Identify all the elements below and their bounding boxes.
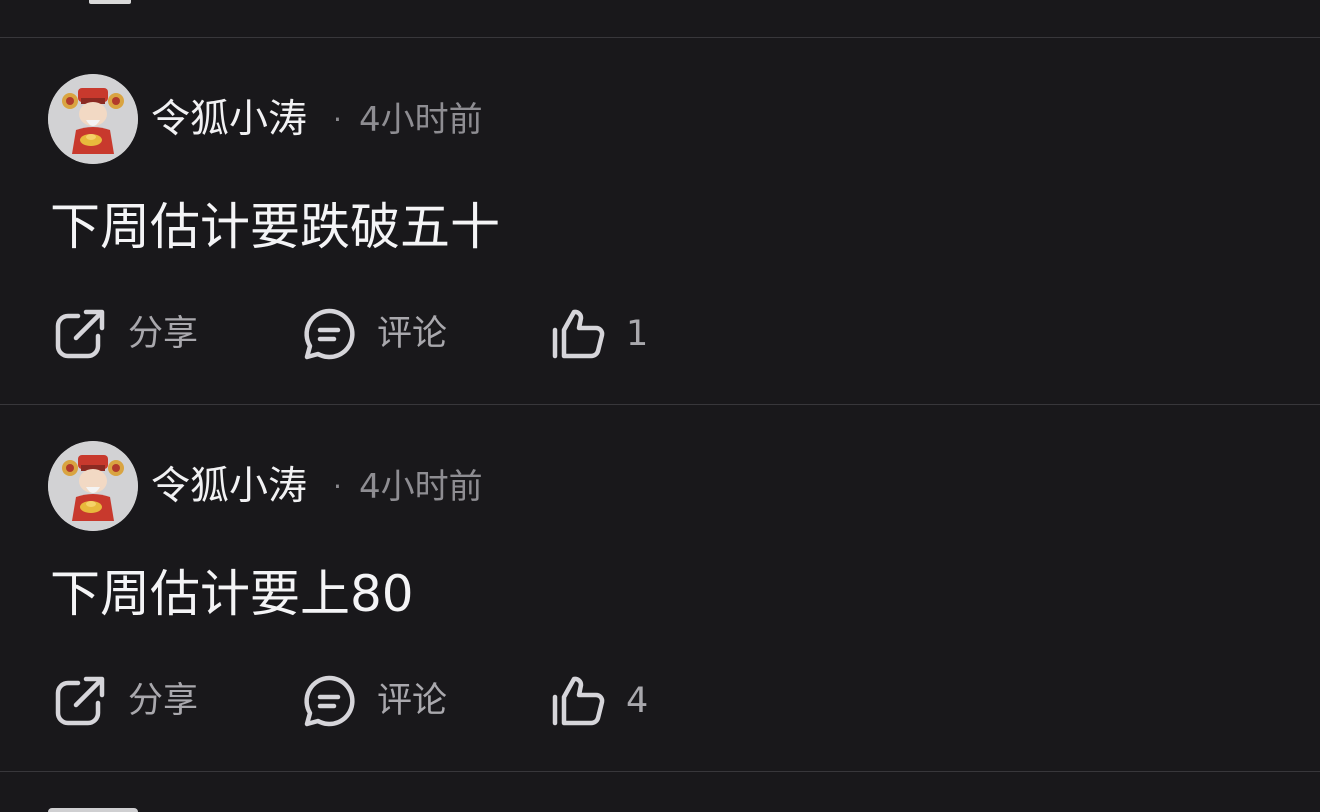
divider bbox=[0, 771, 1320, 772]
post-time: 4小时前 bbox=[359, 100, 483, 140]
like-button[interactable]: 4 bbox=[550, 671, 648, 731]
share-label: 分享 bbox=[128, 681, 199, 721]
comment-label: 评论 bbox=[377, 314, 448, 354]
comment-button[interactable]: 评论 bbox=[301, 304, 447, 364]
like-count: 4 bbox=[626, 681, 649, 721]
next-post-avatar-partial bbox=[48, 808, 138, 812]
comment-feed: 令狐小涛 · 4小时前 下周估计要跌破五十 分享 评论 1 令狐小涛 · 4小时… bbox=[0, 0, 1320, 812]
thumbs-up-icon bbox=[552, 309, 605, 359]
avatar[interactable] bbox=[48, 441, 138, 531]
avatar[interactable] bbox=[48, 74, 138, 164]
meta-separator: · bbox=[333, 470, 342, 503]
post-time: 4小时前 bbox=[359, 467, 483, 507]
post-content[interactable]: 下周估计要跌破五十 bbox=[50, 196, 500, 258]
like-count: 1 bbox=[626, 314, 649, 354]
comment-icon bbox=[304, 675, 355, 727]
previous-post-icon-stub bbox=[89, 0, 131, 4]
meta-separator: · bbox=[333, 103, 342, 136]
comment-icon bbox=[304, 308, 355, 360]
comment-label: 评论 bbox=[377, 681, 448, 721]
author-name[interactable]: 令狐小涛 bbox=[151, 94, 307, 146]
share-button[interactable]: 分享 bbox=[52, 304, 198, 364]
like-button[interactable]: 1 bbox=[550, 304, 648, 364]
avatar-image bbox=[48, 74, 138, 164]
author-name[interactable]: 令狐小涛 bbox=[151, 461, 307, 513]
post-card[interactable]: 令狐小涛 · 4小时前 下周估计要上80 分享 评论 4 bbox=[0, 405, 1320, 771]
thumbs-up-icon bbox=[552, 676, 605, 726]
share-icon bbox=[55, 309, 105, 359]
post-content[interactable]: 下周估计要上80 bbox=[50, 563, 414, 625]
share-icon bbox=[55, 676, 105, 726]
post-card[interactable]: 令狐小涛 · 4小时前 下周估计要跌破五十 分享 评论 1 bbox=[0, 38, 1320, 404]
comment-button[interactable]: 评论 bbox=[301, 671, 447, 731]
share-label: 分享 bbox=[128, 314, 199, 354]
share-button[interactable]: 分享 bbox=[52, 671, 198, 731]
avatar-image bbox=[48, 441, 138, 531]
